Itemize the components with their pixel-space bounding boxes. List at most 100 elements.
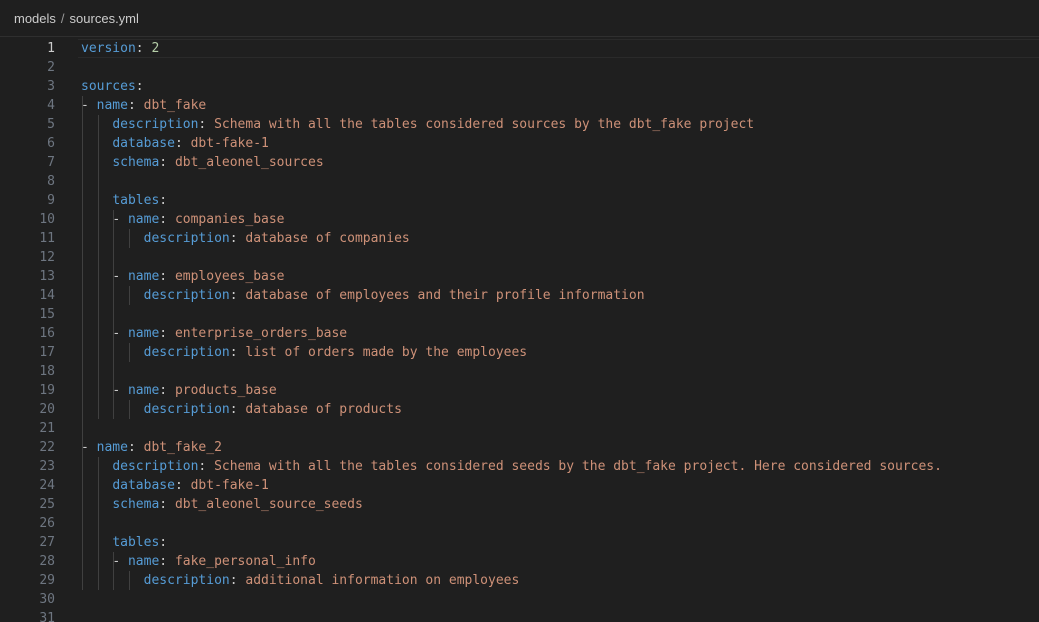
code-line[interactable]: 23 description: Schema with all the tabl… (0, 457, 1039, 476)
line-number: 5 (47, 117, 55, 132)
list-dash: - (112, 326, 128, 341)
code-line[interactable]: 16 - name: enterprise_orders_base (0, 324, 1039, 343)
code-line[interactable]: 29 description: additional information o… (0, 571, 1039, 590)
editor-text-area[interactable]: 1 version: 2 2 3 sources: 4- name: dbt_fake 5 … (0, 38, 1039, 622)
code-content: tables: (81, 533, 167, 552)
code-line[interactable]: 4 - name: dbt_fake (0, 96, 1039, 115)
list-dash: - (81, 440, 97, 455)
line-number: 30 (39, 592, 55, 607)
yaml-colon: : (159, 383, 175, 398)
indent-guide (97, 362, 99, 381)
code-line[interactable]: 8 (0, 172, 1039, 191)
yaml-key: version (81, 41, 136, 56)
code-content: schema: dbt_aleonel_sources (81, 153, 323, 172)
code-content: description: list of orders made by the … (81, 343, 528, 362)
yaml-colon: : (159, 193, 168, 208)
code-line[interactable]: 30 (0, 590, 1039, 609)
yaml-value: dbt_fake_2 (143, 440, 222, 455)
yaml-colon: : (229, 288, 246, 303)
code-content: version: 2 (81, 39, 159, 58)
indent-guide (82, 419, 83, 438)
line-number: 17 (39, 345, 55, 360)
yaml-colon: : (159, 554, 175, 569)
code-line[interactable]: 26 (0, 514, 1039, 533)
line-number: 1 (47, 41, 55, 56)
yaml-key: description (143, 573, 230, 588)
line-number: 18 (39, 364, 55, 379)
code-line[interactable]: 1 version: 2 (0, 39, 1039, 58)
code-line[interactable]: 13 - name: employees_base (0, 267, 1039, 286)
yaml-value: fake_personal_info (174, 554, 316, 569)
breadcrumb-file[interactable]: sources.yml (70, 11, 139, 26)
code-line[interactable]: 18 (0, 362, 1039, 381)
line-number: 24 (39, 478, 55, 493)
list-dash: - (112, 554, 128, 569)
yaml-key: description (112, 117, 199, 132)
yaml-key: database (112, 478, 175, 493)
code-line[interactable]: 9 tables: (0, 191, 1039, 210)
code-content: - name: enterprise_orders_base (81, 324, 347, 343)
yaml-key: description (112, 459, 199, 474)
line-number: 25 (39, 497, 55, 512)
yaml-key: description (143, 288, 230, 303)
code-line[interactable]: 6 database: dbt-fake-1 (0, 134, 1039, 153)
code-line[interactable]: 31 (0, 609, 1039, 622)
yaml-key: schema (112, 155, 160, 170)
line-number: 12 (39, 250, 55, 265)
yaml-value: enterprise_orders_base (174, 326, 348, 341)
yaml-colon: : (135, 41, 152, 56)
code-line[interactable]: 27 tables: (0, 533, 1039, 552)
yaml-colon: : (159, 497, 175, 512)
line-number: 29 (39, 573, 55, 588)
line-number: 27 (39, 535, 55, 550)
code-line[interactable]: 28 - name: fake_personal_info (0, 552, 1039, 571)
yaml-key: description (143, 231, 230, 246)
code-line[interactable]: 17 description: list of orders made by t… (0, 343, 1039, 362)
code-content: schema: dbt_aleonel_source_seeds (81, 495, 362, 514)
code-line[interactable]: 2 (0, 58, 1039, 77)
line-number: 2 (47, 60, 55, 75)
line-number: 4 (47, 98, 55, 113)
yaml-value: database of products (245, 402, 402, 417)
code-line[interactable]: 22 - name: dbt_fake_2 (0, 438, 1039, 457)
yaml-key: name (127, 383, 160, 398)
code-line[interactable]: 19 - name: products_base (0, 381, 1039, 400)
line-number: 21 (39, 421, 55, 436)
code-content: - name: fake_personal_info (81, 552, 316, 571)
yaml-colon: : (174, 136, 191, 151)
line-number: 14 (39, 288, 55, 303)
line-number: 13 (39, 269, 55, 284)
yaml-colon: : (229, 231, 246, 246)
indent-guide (82, 514, 83, 533)
code-line[interactable]: 11 description: database of companies (0, 229, 1039, 248)
line-number: 20 (39, 402, 55, 417)
line-number: 3 (47, 79, 55, 94)
line-number: 9 (47, 193, 55, 208)
code-line[interactable]: 24 database: dbt-fake-1 (0, 476, 1039, 495)
yaml-colon: : (159, 326, 175, 341)
yaml-colon: : (159, 269, 175, 284)
code-line[interactable]: 3 sources: (0, 77, 1039, 96)
list-dash: - (112, 212, 128, 227)
code-line[interactable]: 10 - name: companies_base (0, 210, 1039, 229)
indent-guide (97, 514, 99, 533)
yaml-value: database of employees and their profile … (245, 288, 645, 303)
code-line[interactable]: 15 (0, 305, 1039, 324)
breadcrumb-folder[interactable]: models (14, 11, 56, 26)
code-line[interactable]: 12 (0, 248, 1039, 267)
code-line[interactable]: 25 schema: dbt_aleonel_source_seeds (0, 495, 1039, 514)
indent-guide (113, 305, 115, 324)
code-line[interactable]: 5 description: Schema with all the table… (0, 115, 1039, 134)
indent-guide (97, 248, 99, 267)
yaml-key: name (96, 440, 128, 455)
code-line[interactable]: 21 (0, 419, 1039, 438)
line-number: 26 (39, 516, 55, 531)
code-line[interactable]: 7 schema: dbt_aleonel_sources (0, 153, 1039, 172)
list-dash: - (112, 269, 128, 284)
code-line[interactable]: 20 description: database of products (0, 400, 1039, 419)
yaml-value: dbt-fake-1 (190, 478, 269, 493)
code-line[interactable]: 14 description: database of employees an… (0, 286, 1039, 305)
yaml-colon: : (229, 402, 246, 417)
indent-guide (82, 362, 83, 381)
yaml-colon: : (198, 117, 215, 132)
